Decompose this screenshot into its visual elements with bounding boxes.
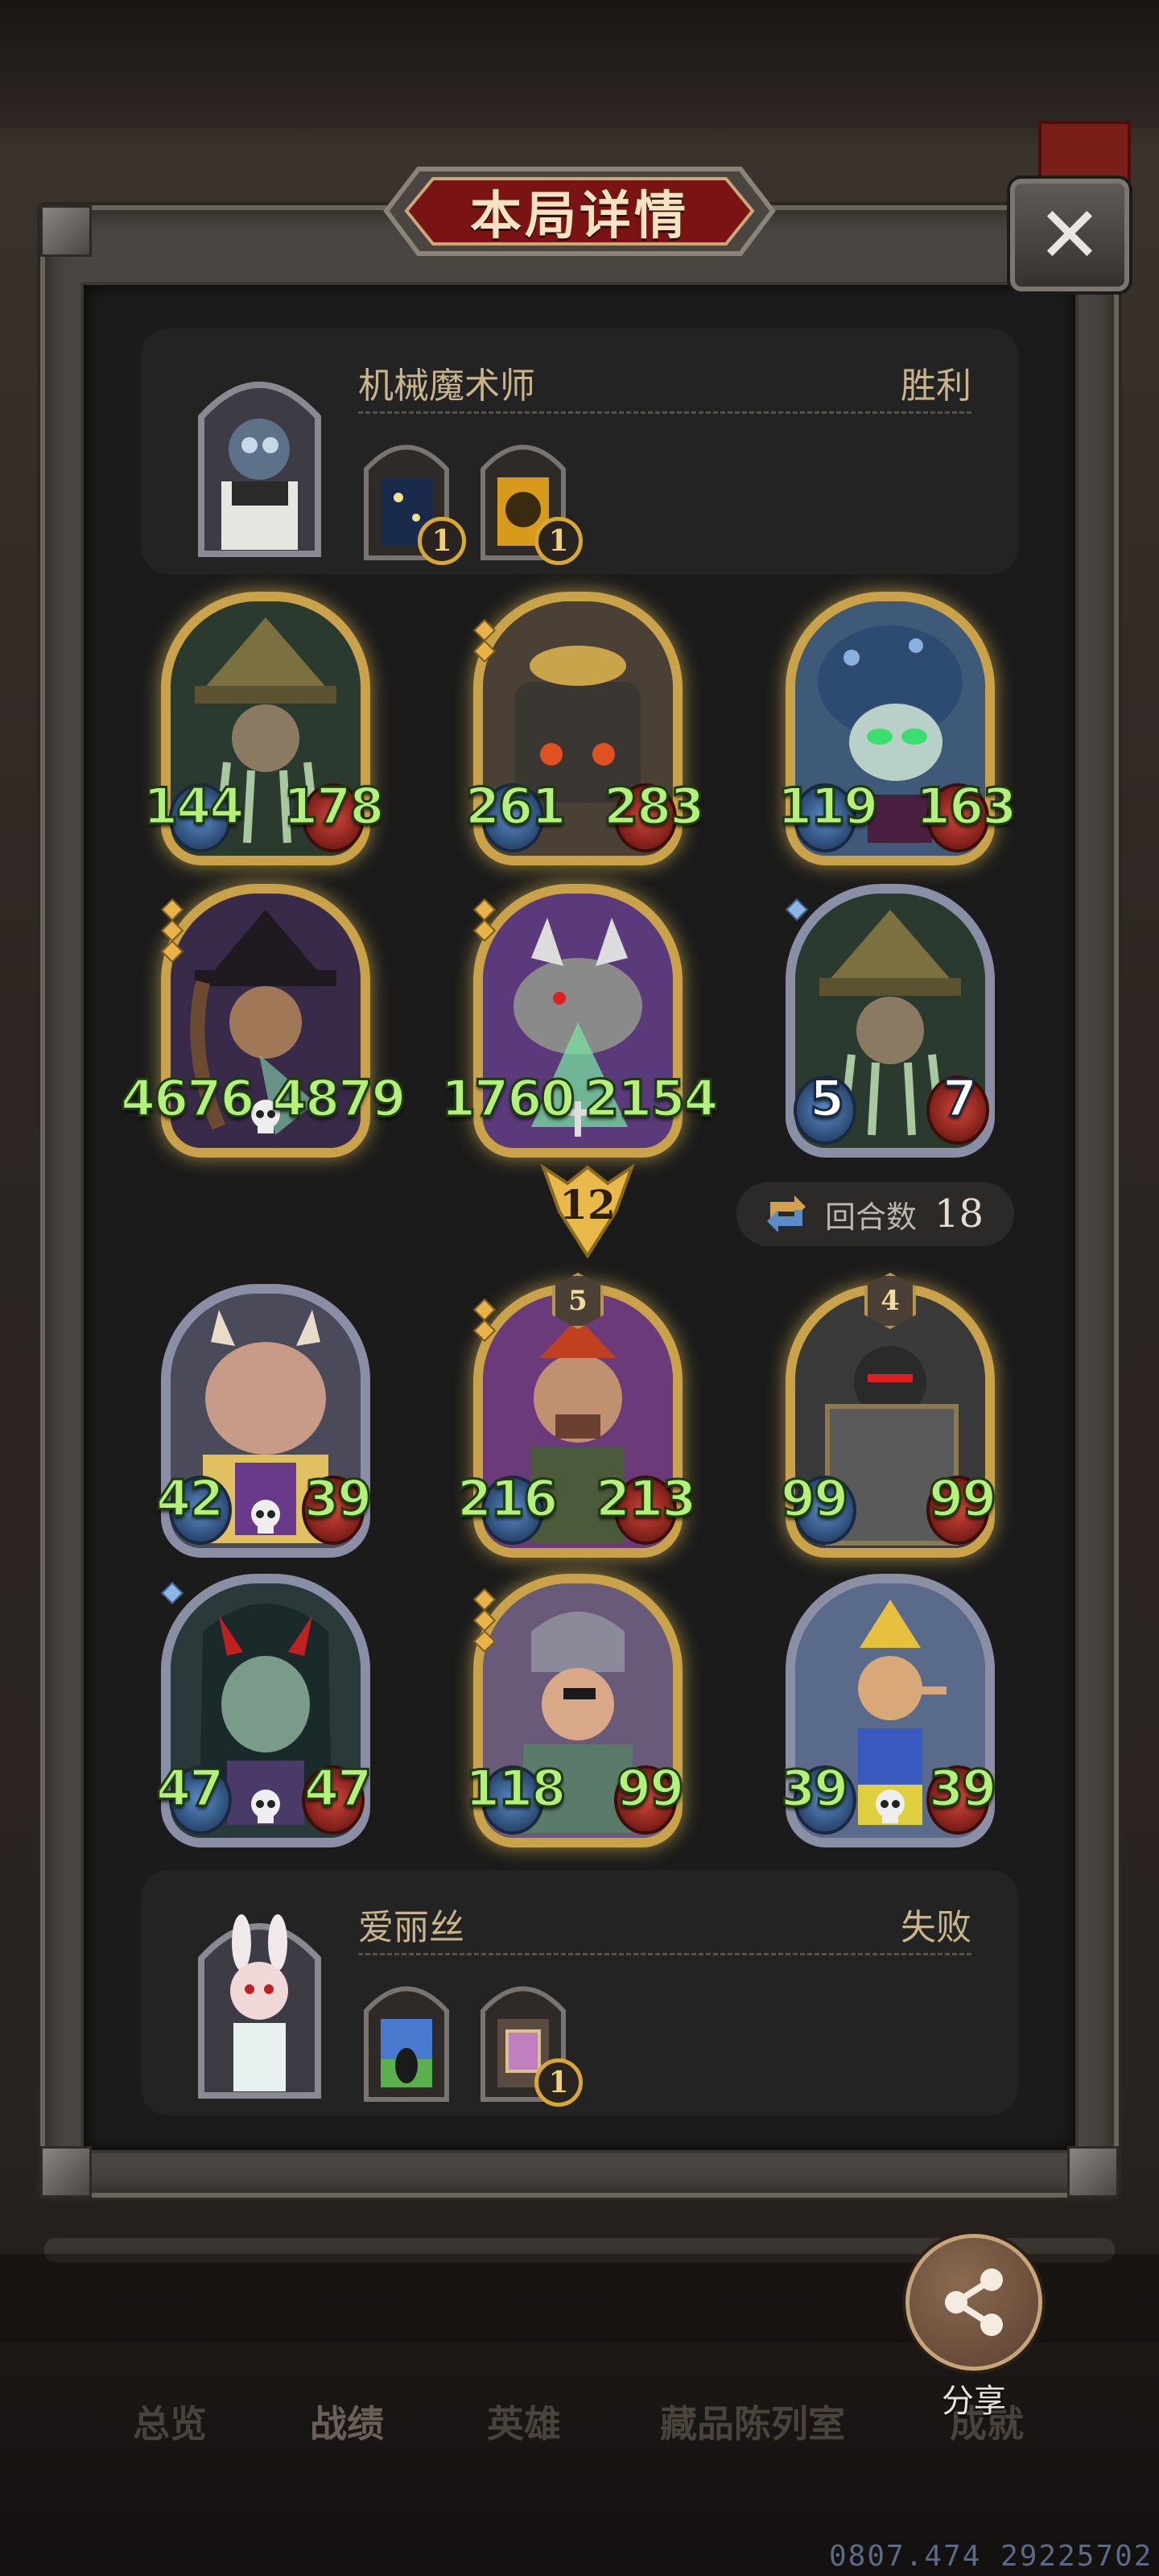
unit-attack: 39 [779, 1758, 849, 1819]
skull-icon [251, 1790, 280, 1823]
title-banner: 本局详情 [362, 161, 797, 262]
top-strip [0, 0, 1159, 129]
unit-card[interactable]: 42 39 [155, 1284, 373, 1558]
unit-attack: 4676 [120, 1068, 257, 1129]
skull-icon [251, 1500, 280, 1534]
bottom-player-panel: 爱丽丝 失败 1 [141, 1870, 1018, 2116]
level-badge: 12 [535, 1162, 640, 1260]
turn-value: 18 [934, 1191, 984, 1236]
unit-health: 99 [927, 1468, 997, 1530]
tab-heroes[interactable]: 英雄 [487, 2395, 561, 2448]
refresh-icon [767, 1195, 806, 1232]
unit-attack: 1760 [440, 1068, 577, 1129]
top-player-panel: 机械魔术师 胜利 1 1 [141, 328, 1018, 574]
page-title: 本局详情 [470, 185, 689, 246]
unit-card[interactable]: 119 163 [776, 592, 1018, 865]
share-label: 分享 [942, 2383, 1006, 2420]
unit-health: 39 [927, 1758, 997, 1819]
relic-count-badge: 1 [534, 2058, 583, 2107]
unit-health: 4879 [271, 1068, 408, 1129]
relic-count-badge: 1 [418, 517, 466, 565]
hero-portrait[interactable] [185, 361, 334, 566]
unit-health: 47 [303, 1758, 373, 1819]
share-button[interactable] [905, 2234, 1042, 2371]
unit-attack: 5 [808, 1068, 845, 1129]
unit-card[interactable]: 5 7 [785, 884, 995, 1158]
skull-icon [876, 1790, 905, 1823]
unit-attack: 47 [155, 1758, 225, 1819]
relic-item[interactable]: 1 [358, 429, 466, 565]
divider [358, 411, 971, 414]
unit-card[interactable]: 4676 4879 [120, 884, 407, 1158]
close-icon: ✕ [1037, 190, 1103, 280]
turn-label: 回合数 [825, 1199, 918, 1235]
unit-health: 7 [941, 1068, 978, 1129]
watermark-text: 0807.474 29225702 [829, 2540, 1153, 2573]
unit-attack: 119 [776, 776, 879, 837]
unit-card[interactable]: 5 216 213 [456, 1273, 698, 1558]
unit-attack: 99 [779, 1468, 849, 1530]
tab-overview[interactable]: 总览 [133, 2395, 207, 2448]
relic-item[interactable]: 1 [475, 429, 583, 565]
unit-attack: 42 [155, 1468, 225, 1530]
unit-health: 283 [602, 776, 705, 837]
player-name: 爱丽丝 [358, 1907, 464, 1948]
player-result: 失败 [901, 1907, 971, 1948]
unit-health: 39 [303, 1468, 373, 1530]
player-name: 机械魔术师 [358, 365, 535, 407]
unit-card[interactable]: 39 39 [779, 1574, 998, 1847]
unit-card[interactable]: 118 99 [464, 1574, 686, 1847]
unit-attack: 118 [464, 1758, 567, 1819]
tab-records[interactable]: 战绩 [310, 2395, 384, 2448]
hero-portrait[interactable] [185, 1902, 334, 2107]
unit-health: 99 [615, 1758, 685, 1819]
unit-health: 178 [282, 776, 385, 837]
unit-health: 163 [914, 776, 1017, 837]
share-icon [945, 2268, 1003, 2336]
turn-counter: 回合数 18 [736, 1182, 1014, 1246]
relic-count-badge: 1 [534, 517, 583, 565]
unit-card[interactable]: 1760 2154 [440, 884, 720, 1158]
frame-corner [1067, 2146, 1119, 2198]
unit-card[interactable]: 144 178 [142, 592, 386, 865]
unit-attack: 144 [142, 776, 245, 837]
divider [358, 1953, 971, 1955]
close-button[interactable]: ✕ [1010, 179, 1129, 291]
unit-card[interactable]: 4 99 99 [779, 1273, 998, 1558]
unit-card[interactable]: 47 47 [155, 1574, 373, 1847]
unit-attack: 261 [464, 776, 567, 837]
unit-card[interactable]: 261 283 [464, 592, 706, 865]
unit-health: 2154 [584, 1068, 720, 1129]
unit-attack: 216 [456, 1468, 559, 1530]
unit-health: 213 [594, 1468, 697, 1530]
relic-item[interactable] [358, 1971, 455, 2103]
frame-corner [40, 2146, 92, 2198]
tab-collection[interactable]: 藏品陈列室 [660, 2395, 845, 2448]
player-result: 胜利 [901, 365, 971, 407]
relic-item[interactable]: 1 [475, 1971, 583, 2107]
level-value: 12 [559, 1181, 616, 1228]
frame-corner [40, 205, 92, 257]
